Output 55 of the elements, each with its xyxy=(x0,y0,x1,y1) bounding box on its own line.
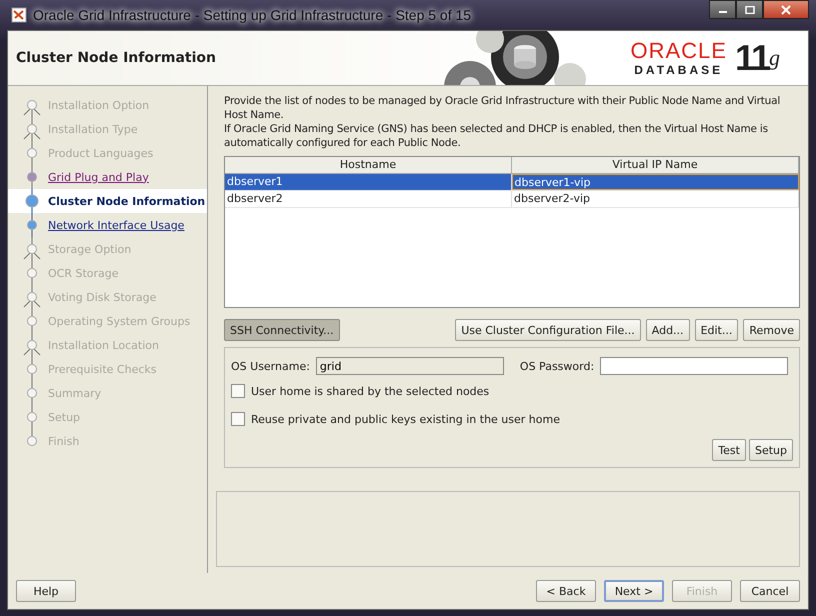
version-label: 11g xyxy=(734,38,778,78)
wizard-button[interactable]: Next > xyxy=(604,580,664,602)
close-button[interactable] xyxy=(763,0,809,19)
password-field[interactable] xyxy=(600,357,788,375)
step-label: Voting Disk Storage xyxy=(48,290,156,304)
maximize-button[interactable] xyxy=(736,0,763,19)
table-action-button[interactable]: Remove xyxy=(743,319,800,341)
oracle-logo: ORACLE xyxy=(630,39,727,63)
checkbox[interactable] xyxy=(231,384,245,398)
checkbox-label: Reuse private and public keys existing in the user home xyxy=(251,412,560,426)
step-label: Installation Type xyxy=(48,122,138,136)
step-label: Summary xyxy=(48,386,102,400)
table-cell: dbserver2-vip xyxy=(512,191,799,207)
step-link[interactable]: Grid Plug and Play xyxy=(48,170,149,184)
maximize-icon xyxy=(744,6,754,14)
step-label: Installation Option xyxy=(48,98,150,112)
ssh-action-button[interactable]: Test xyxy=(712,439,746,461)
close-icon xyxy=(781,4,791,14)
password-label: OS Password: xyxy=(520,360,594,372)
step-label: Setup xyxy=(48,410,80,424)
table-cell: dbserver1 xyxy=(225,174,512,190)
step-label: OCR Storage xyxy=(48,266,119,280)
step-label: Installation Location xyxy=(48,338,159,352)
step-label: Product Languages xyxy=(48,146,154,160)
column-header[interactable]: Virtual IP Name xyxy=(512,157,799,173)
column-header[interactable]: Hostname xyxy=(225,157,512,173)
username-label: OS Username: xyxy=(231,360,310,372)
step-label: Operating System Groups xyxy=(48,314,190,328)
description-text: If Oracle Grid Naming Service (GNS) has been selected and DHCP is enabled, then the Virtual Host Name is automatically configured for each Public Node. xyxy=(224,122,769,150)
checkbox-label: User home is shared by the selected nodes xyxy=(251,384,490,398)
minimize-button[interactable] xyxy=(709,0,736,19)
table-row[interactable]: dbserver2 dbserver2-vip xyxy=(225,191,799,208)
table-action-button[interactable]: Use Cluster Configuration File... xyxy=(455,319,641,341)
product-name: DATABASE xyxy=(634,63,724,77)
step-label: Cluster Node Information xyxy=(48,194,206,208)
username-field[interactable]: grid xyxy=(316,357,504,375)
app-icon xyxy=(11,7,27,23)
help-button[interactable]: Help xyxy=(16,580,76,602)
description-text: Provide the list of nodes to be managed by Oracle Grid Infrastructure with their Public Node Name and Virtual Host Name. xyxy=(224,94,782,122)
step-label: Prerequisite Checks xyxy=(48,362,156,376)
table-action-button[interactable]: Edit... xyxy=(694,319,738,341)
page-title: Cluster Node Information xyxy=(16,50,217,66)
checkbox[interactable] xyxy=(231,412,245,426)
table-cell: dbserver2 xyxy=(225,191,512,207)
table-cell: dbserver1-vip xyxy=(512,174,799,190)
wizard-button[interactable]: < Back xyxy=(536,580,596,602)
step-label: Finish xyxy=(48,434,80,448)
window-title: Oracle Grid Infrastructure - Setting up Grid Infrastructure - Step 5 of 15 xyxy=(33,7,472,23)
table-row[interactable]: dbserver1 dbserver1-vip xyxy=(225,174,799,191)
ssh-action-button[interactable]: Setup xyxy=(748,439,793,461)
step-label: Storage Option xyxy=(48,242,132,256)
ssh-connectivity-button[interactable]: SSH Connectivity... xyxy=(224,319,340,341)
step-link[interactable]: Network Interface Usage xyxy=(48,218,184,232)
wizard-button[interactable]: Cancel xyxy=(740,580,800,602)
table-action-button[interactable]: Add... xyxy=(646,319,690,341)
